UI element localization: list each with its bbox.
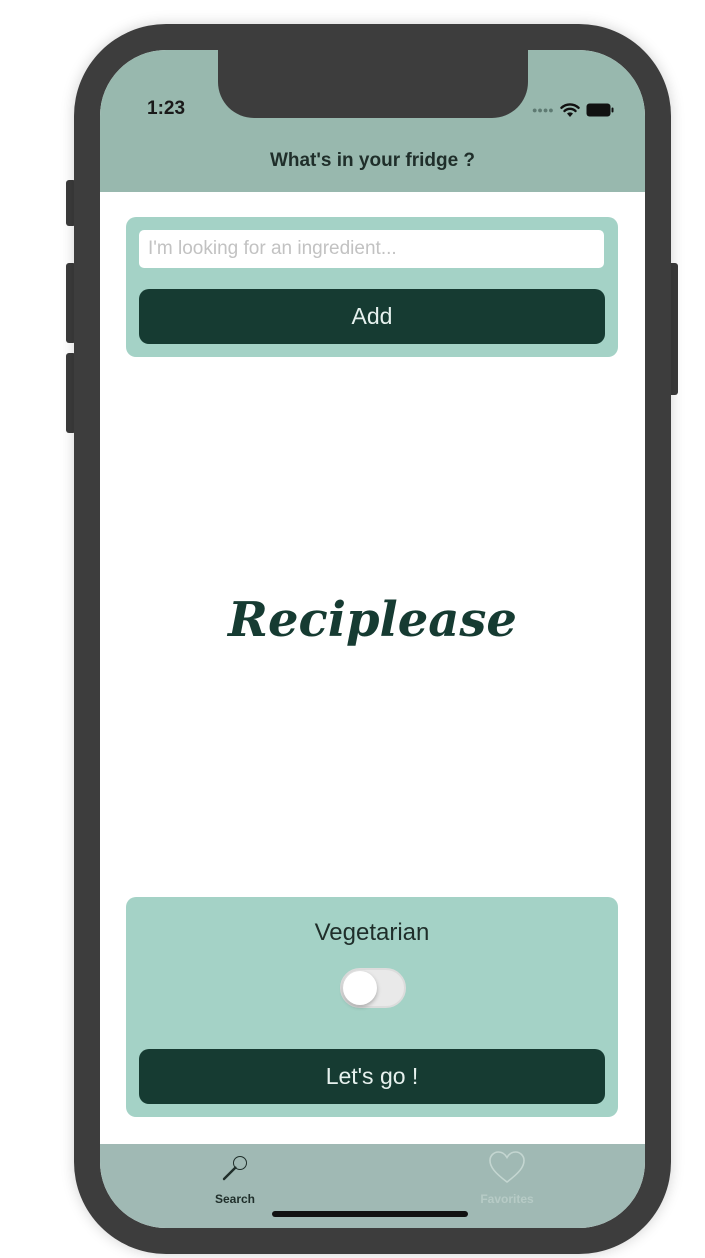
heart-icon [489,1151,525,1184]
home-indicator [272,1211,468,1217]
lets-go-button[interactable]: Let's go ! [139,1049,605,1104]
app-logo: Reciplease [228,592,517,648]
toggle-knob [343,971,377,1005]
tab-search-label: Search [214,1192,256,1206]
vegetarian-toggle[interactable] [340,968,406,1008]
navigation-bar: 1:23 ●●●● What's in your fridge ? [100,50,645,192]
ingredient-search-input[interactable] [139,230,604,268]
notch [218,50,528,118]
phone-frame: 1:23 ●●●● What's in your fridge ? I'm lo… [74,24,671,1254]
tab-favorites-label: Favorites [480,1192,534,1206]
search-icon [222,1156,247,1181]
status-indicators: ●●●● [532,100,614,120]
tab-bar: Search Favorites [100,1144,645,1228]
ingredient-search-card: Add [126,217,618,357]
tab-favorites[interactable]: Favorites [447,1144,567,1214]
wifi-icon [560,102,580,117]
status-time: 1:23 [147,98,186,119]
add-button[interactable]: Add [139,289,605,344]
tab-search[interactable]: Search [175,1144,295,1214]
page-title: What's in your fridge ? [269,150,476,171]
options-card: Vegetarian Let's go ! [126,897,618,1117]
device-stage: 1:23 ●●●● What's in your fridge ? I'm lo… [0,0,705,1258]
battery-icon [586,103,614,117]
app-screen: 1:23 ●●●● What's in your fridge ? I'm lo… [100,50,645,1228]
vegetarian-label: Vegetarian [314,919,430,946]
signal-dots-icon: ●●●● [532,105,554,115]
